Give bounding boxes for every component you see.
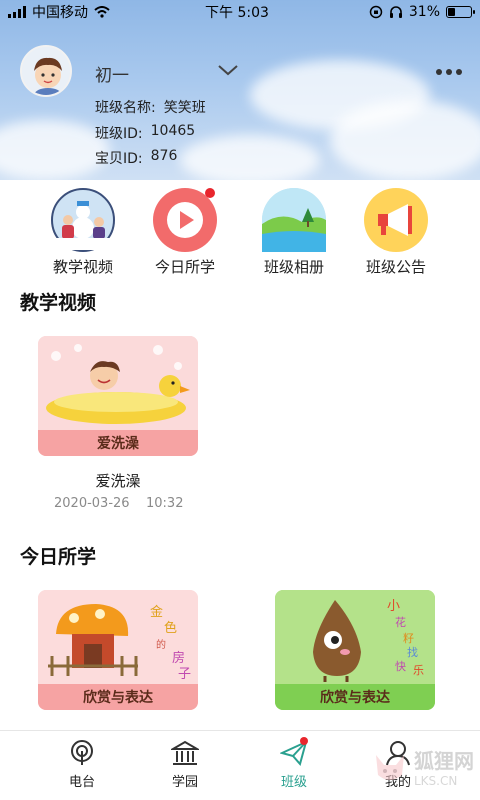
side-text-char: 花 bbox=[395, 616, 406, 629]
side-text-char: 快 bbox=[395, 660, 406, 673]
headphones-icon bbox=[389, 6, 402, 18]
notification-dot bbox=[300, 737, 308, 745]
more-options-button[interactable] bbox=[436, 62, 470, 82]
video-title[interactable]: 爱洗澡 bbox=[38, 470, 198, 491]
boy-avatar-icon bbox=[22, 47, 70, 95]
side-text-char: 找 bbox=[407, 645, 418, 659]
user-name[interactable]: 初一 bbox=[95, 61, 129, 86]
video-date: 2020-03-26 bbox=[54, 496, 130, 511]
school-icon bbox=[171, 740, 199, 765]
side-text-char: 金 bbox=[150, 604, 163, 620]
section-title-today: 今日所学 bbox=[20, 546, 97, 568]
nav-label: 班级 bbox=[280, 775, 307, 790]
class-id-label: 班级ID: bbox=[95, 126, 143, 142]
class-name-label: 班级名称: bbox=[95, 100, 156, 116]
class-name-value: 笑笑班 bbox=[163, 100, 206, 116]
chevron-down-icon[interactable] bbox=[216, 58, 240, 82]
nav-label: 学园 bbox=[171, 775, 198, 790]
side-text-char: 小 bbox=[387, 599, 400, 614]
battery-percent: 31% bbox=[408, 4, 440, 20]
dot-icon bbox=[456, 69, 462, 75]
menu-item-teaching-videos[interactable]: 教学视频 bbox=[28, 188, 138, 277]
wifi-icon bbox=[94, 6, 110, 18]
nav-tab-class[interactable]: 班级 bbox=[254, 737, 334, 790]
nav-label: 电台 bbox=[68, 775, 95, 790]
side-text-char: 子 bbox=[178, 667, 191, 682]
seed-character-icon: 小 花 籽 找 快 乐 bbox=[275, 590, 435, 684]
mushroom-house-icon: 金 色 的 房 子 bbox=[38, 590, 198, 684]
bath-illustration-icon bbox=[38, 336, 198, 430]
carrier-label: 中国移动 bbox=[32, 5, 88, 21]
battery-icon bbox=[446, 6, 475, 18]
snowman-family-icon bbox=[51, 188, 115, 252]
baby-id-value: 876 bbox=[150, 148, 178, 164]
watermark: 狐狸网 LKS.CN bbox=[370, 745, 474, 788]
dot-icon bbox=[446, 69, 452, 75]
menu-item-today-learned[interactable]: 今日所学 bbox=[130, 188, 240, 277]
bottom-nav: 电台 学园 班级 我的 狐狸网 LKS.CN bbox=[0, 730, 480, 800]
quick-menu: 教学视频 今日所学 班级相册 班级公告 bbox=[0, 188, 480, 278]
video-banner: 爱洗澡 bbox=[38, 430, 198, 456]
watermark-url: LKS.CN bbox=[414, 774, 458, 788]
radio-icon bbox=[71, 740, 93, 765]
signal-icon bbox=[8, 6, 26, 18]
menu-label: 今日所学 bbox=[154, 258, 215, 276]
side-text-char: 的 bbox=[156, 638, 166, 651]
play-icon bbox=[153, 188, 217, 252]
menu-item-class-album[interactable]: 班级相册 bbox=[239, 188, 349, 277]
menu-label: 班级公告 bbox=[365, 258, 426, 276]
side-text-char: 籽 bbox=[403, 632, 414, 645]
class-id-row: 班级ID: 10465 bbox=[95, 123, 195, 143]
orientation-lock-icon bbox=[369, 5, 383, 19]
landscape-icon bbox=[262, 188, 326, 252]
watermark-title: 狐狸网 bbox=[414, 749, 474, 773]
baby-id-row: 宝贝ID: 876 bbox=[95, 148, 177, 168]
class-name-row: 班级名称: 笑笑班 bbox=[95, 97, 206, 117]
side-text-char: 乐 bbox=[413, 664, 424, 677]
dot-icon bbox=[436, 69, 442, 75]
nav-tab-radio[interactable]: 电台 bbox=[42, 739, 122, 790]
cloud-decoration bbox=[330, 100, 480, 180]
menu-label: 班级相册 bbox=[263, 258, 324, 276]
cloud-decoration bbox=[180, 135, 320, 180]
lesson-card[interactable]: 金 色 的 房 子 欣赏与表达 bbox=[38, 590, 198, 710]
fox-logo-icon bbox=[376, 754, 404, 780]
megaphone-icon bbox=[364, 188, 428, 252]
status-bar: 中国移动 下午 5:03 31% bbox=[0, 0, 480, 24]
video-card[interactable]: 爱洗澡 bbox=[38, 336, 198, 456]
side-text-char: 房 bbox=[172, 650, 185, 666]
lesson-card[interactable]: 小 花 籽 找 快 乐 欣赏与表达 bbox=[275, 590, 435, 710]
video-time: 10:32 bbox=[146, 496, 184, 511]
class-header: 中国移动 下午 5:03 31% 初一 班级名称: 笑笑班 班级ID: 1046… bbox=[0, 0, 480, 180]
menu-label: 教学视频 bbox=[52, 258, 113, 276]
cloud-decoration bbox=[0, 120, 110, 180]
lesson-banner: 欣赏与表达 bbox=[38, 684, 198, 710]
side-text-char: 色 bbox=[164, 620, 177, 636]
nav-tab-school[interactable]: 学园 bbox=[145, 739, 225, 790]
lesson-banner: 欣赏与表达 bbox=[275, 684, 435, 710]
class-id-value: 10465 bbox=[150, 123, 196, 139]
avatar[interactable] bbox=[20, 45, 72, 97]
clock-time: 下午 5:03 bbox=[205, 5, 269, 21]
notification-dot bbox=[205, 188, 215, 198]
section-title-videos: 教学视频 bbox=[20, 292, 97, 314]
baby-id-label: 宝贝ID: bbox=[95, 151, 143, 167]
menu-item-class-notice[interactable]: 班级公告 bbox=[341, 188, 451, 277]
